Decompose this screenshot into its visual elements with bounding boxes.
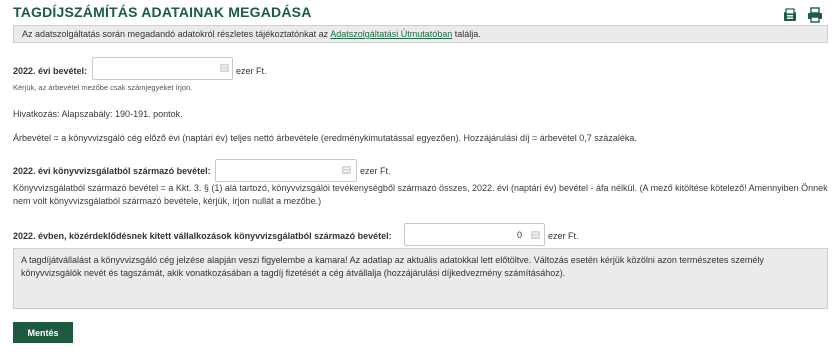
info-text: Az adatszolgáltatás során megadandó adat… (22, 29, 331, 39)
calculator-icon (530, 230, 541, 240)
calculator-icon (341, 165, 352, 175)
page-title: TAGDÍJSZÁMÍTÁS ADATAINAK MEGADÁSA (13, 4, 312, 20)
guide-link[interactable]: Adatszolgáltatási Útmutatóban (330, 29, 452, 39)
audit-revenue-desc: Könyvvizsgálatból származó bevétel = a K… (13, 183, 828, 206)
notice-box: A tagdíjátvállalást a könyvvizsgáló cég … (13, 248, 828, 309)
audit-revenue-input[interactable] (215, 159, 357, 182)
export-icon[interactable] (782, 7, 798, 23)
header-actions (782, 7, 823, 23)
info-box: Az adatszolgáltatás során megadandó adat… (13, 25, 828, 43)
audit-revenue-unit: ezer Ft. (360, 166, 391, 176)
revenue-unit: ezer Ft. (236, 66, 267, 76)
pie-revenue-input[interactable] (404, 223, 545, 246)
revenue-input[interactable] (92, 57, 233, 80)
revenue-label: 2022. évi bevétel: (13, 66, 88, 76)
definition-text: Árbevétel = a könyvvizsgáló cég előző év… (13, 133, 637, 143)
pie-revenue-label: 2022. évben, közérdeklődésnek kitett vál… (13, 231, 392, 241)
audit-revenue-label: 2022. évi könyvvizsgálatból származó bev… (13, 166, 211, 176)
reference-text: Hivatkozás: Alapszabály: 190-191. pontok… (13, 109, 183, 119)
calculator-icon (219, 63, 230, 73)
notice-text: A tagdíjátvállalást a könyvvizsgáló cég … (21, 255, 764, 278)
pie-revenue-unit: ezer Ft. (548, 231, 579, 241)
save-button[interactable]: Mentés (13, 322, 73, 343)
print-icon[interactable] (807, 7, 823, 23)
info-text-end: találja. (452, 29, 481, 39)
revenue-note: Kérjük, az árbevétel mezőbe csak számjeg… (13, 83, 193, 92)
